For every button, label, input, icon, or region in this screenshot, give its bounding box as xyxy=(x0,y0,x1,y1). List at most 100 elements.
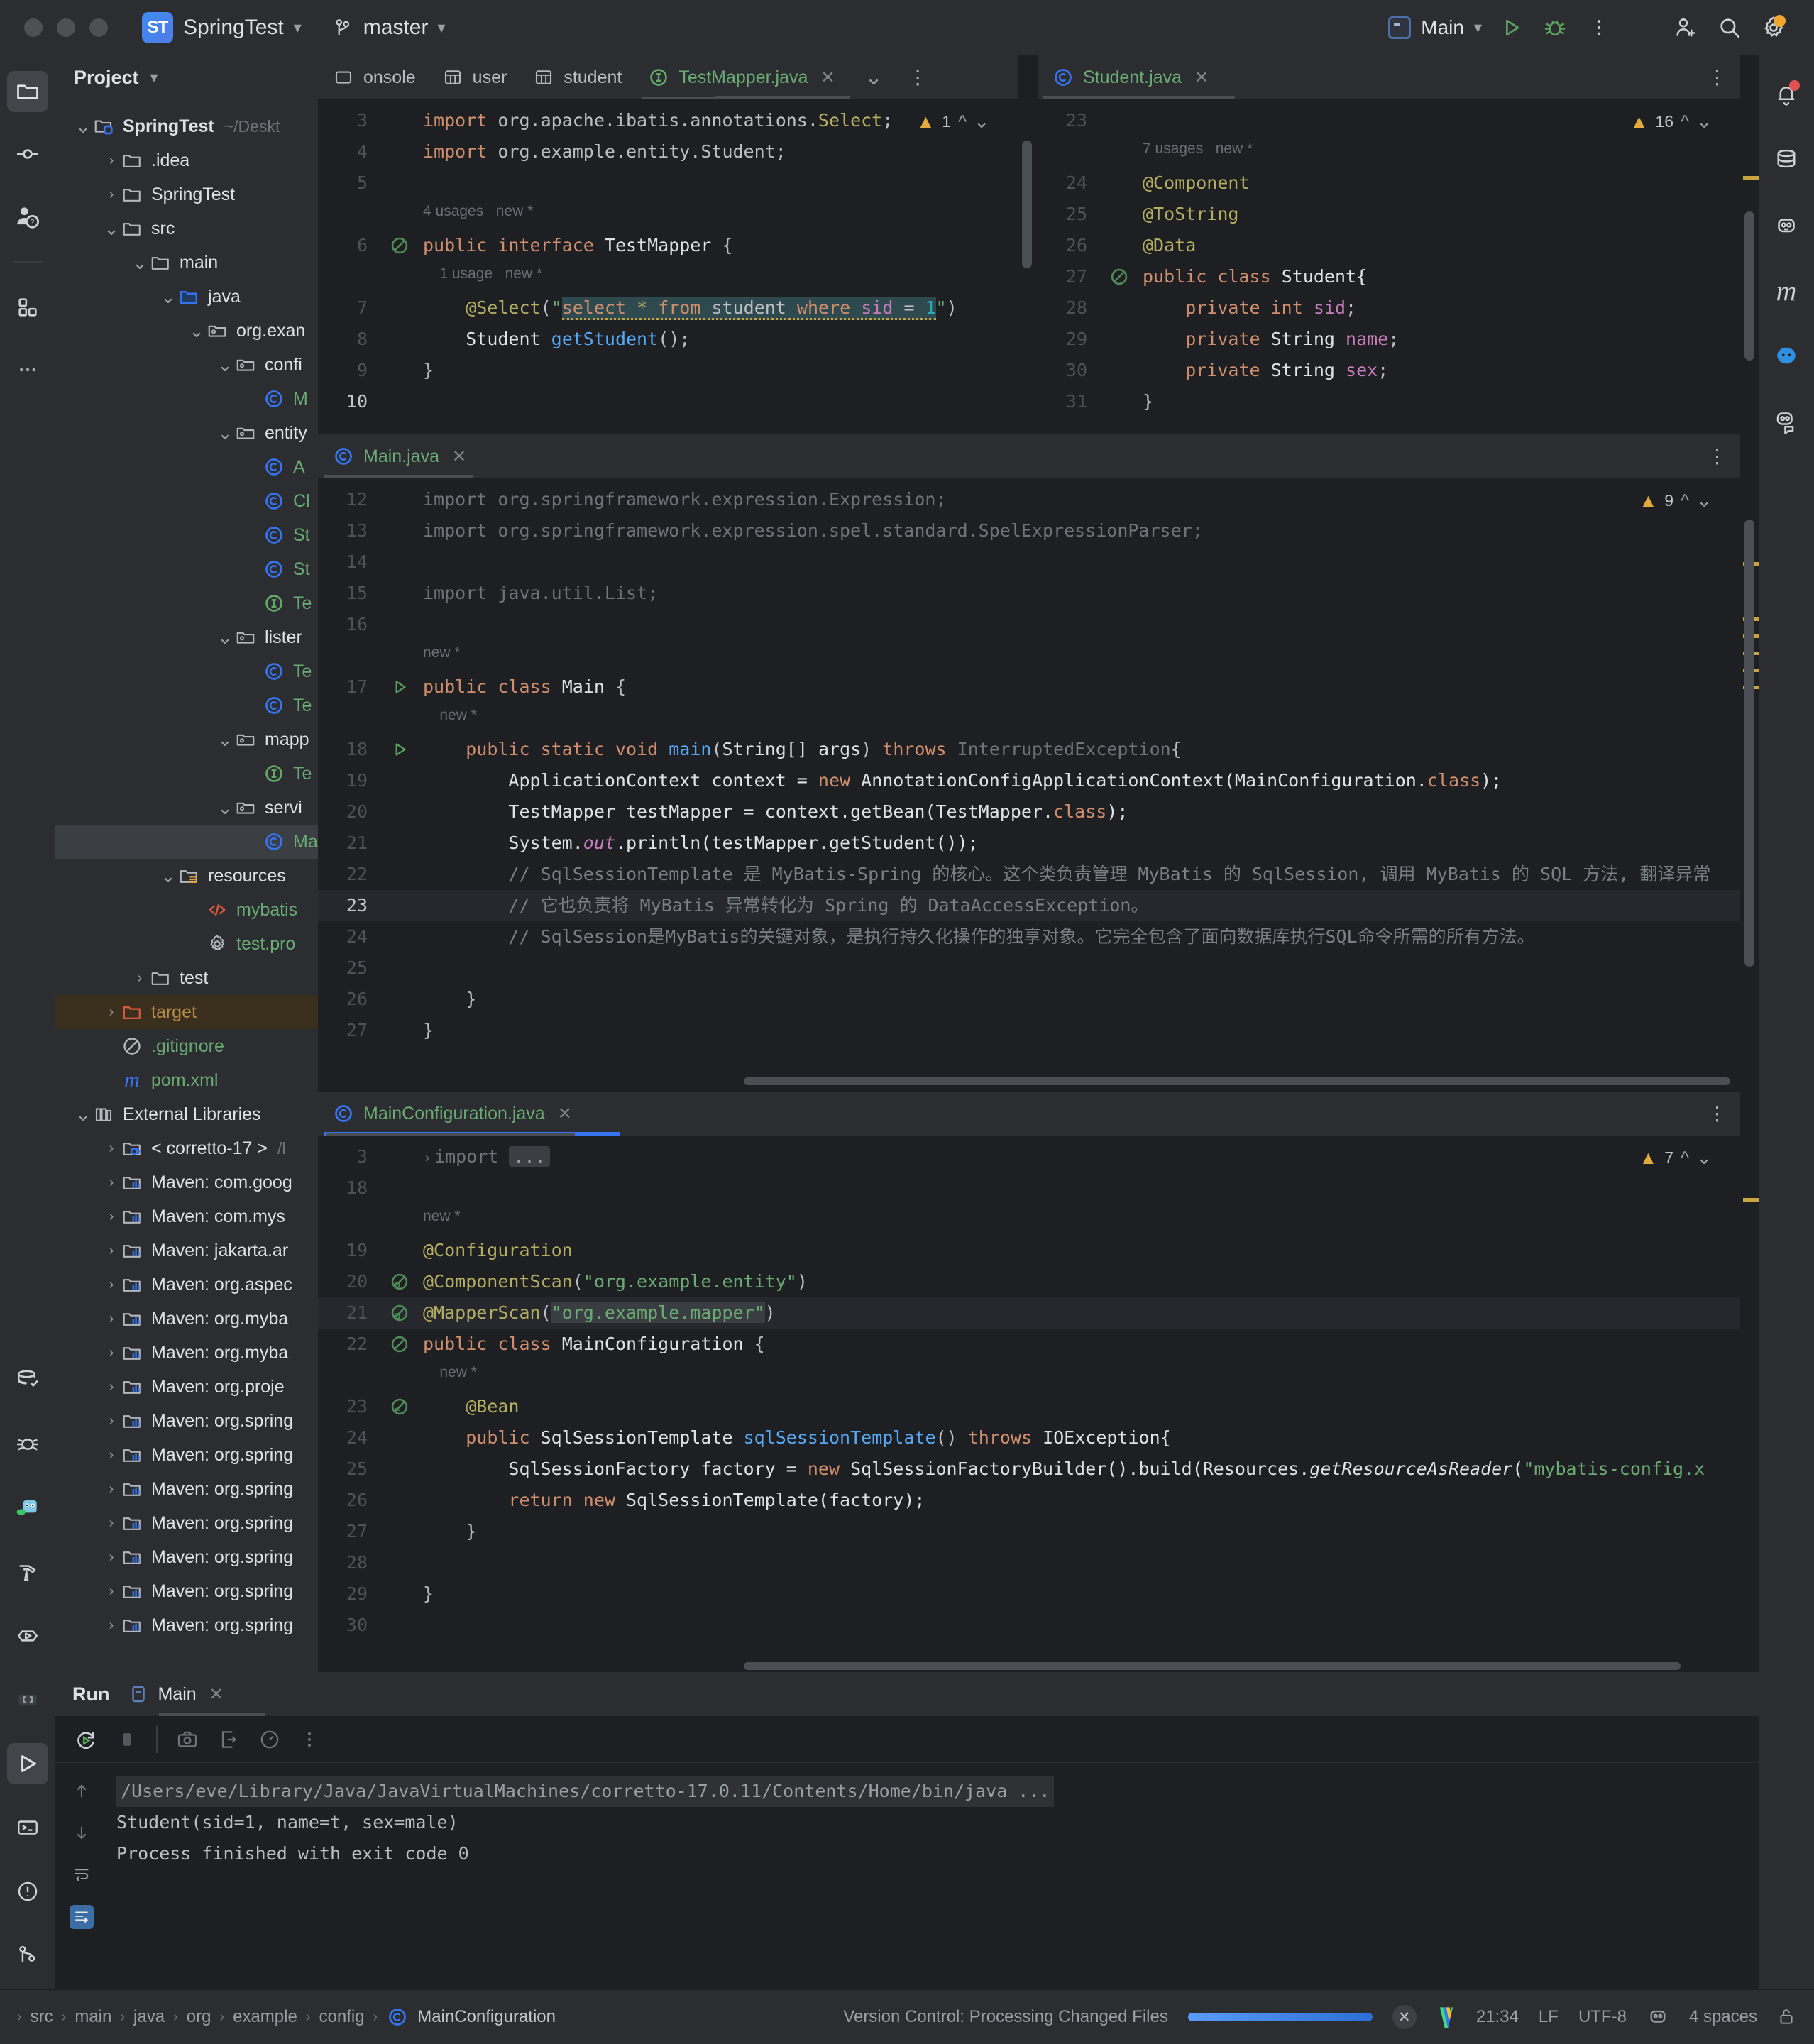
chevron-down-icon[interactable]: ⌄ xyxy=(216,632,234,642)
code-line[interactable]: 30 xyxy=(318,1610,1759,1641)
tab-list-dropdown[interactable]: ⌄ xyxy=(852,65,895,90)
tree-node-st[interactable]: St xyxy=(55,518,318,552)
go-tool-button[interactable] xyxy=(7,1488,48,1529)
close-icon[interactable]: ✕ xyxy=(820,67,835,88)
code-line[interactable]: 25 xyxy=(318,952,1759,984)
code-line[interactable]: 27} xyxy=(318,1015,1759,1046)
run-tool-button[interactable] xyxy=(7,1743,48,1784)
code-line[interactable]: 22public class MainConfiguration { xyxy=(318,1329,1759,1360)
build-tool-button[interactable] xyxy=(7,1551,48,1593)
code-area-main[interactable]: 12import org.springframework.expression.… xyxy=(318,478,1759,1046)
code-area-student[interactable]: 237 usages new *24@Component25@ToString2… xyxy=(1038,99,1759,417)
editor-tabs-student[interactable]: Student.java✕ xyxy=(1038,55,1759,99)
structure-tool-button[interactable] xyxy=(7,287,48,328)
settings-button[interactable] xyxy=(1752,6,1796,50)
tree-node-cl[interactable]: Cl xyxy=(55,484,318,518)
gutter-marker[interactable] xyxy=(1103,267,1136,287)
caret-position[interactable]: 21:34 xyxy=(1476,2007,1519,2027)
chevron-right-icon[interactable]: › xyxy=(102,1277,121,1293)
tree-node-maven-com-mys[interactable]: ›Maven: com.mys xyxy=(55,1199,318,1233)
code-line[interactable]: 30 private String sex; xyxy=(1038,355,1759,386)
chevron-right-icon[interactable]: › xyxy=(102,1515,121,1532)
code-area-mainconfiguration[interactable]: 3›import ...18new *19@Configuration20@Co… xyxy=(318,1136,1759,1641)
chevron-right-icon[interactable]: › xyxy=(102,1243,121,1259)
cancel-progress-button[interactable]: ✕ xyxy=(1392,2005,1417,2029)
breadcrumb-segment[interactable]: org xyxy=(187,2007,211,2027)
breadcrumb-segment[interactable]: config xyxy=(319,2007,365,2027)
commit-tool-button[interactable] xyxy=(7,133,48,175)
next-problem-icon[interactable]: ⌄ xyxy=(1696,111,1712,133)
tree-node-maven-org-spring[interactable]: ›Maven: org.spring xyxy=(55,1608,318,1642)
add-user-button[interactable] xyxy=(1664,6,1708,50)
chevron-right-icon[interactable]: › xyxy=(102,1447,121,1463)
prev-problem-icon[interactable]: ^ xyxy=(958,111,967,133)
code-line[interactable]: 31} xyxy=(1038,386,1759,417)
editor-tabs-testmapper[interactable]: onsoleuserstudentTestMapper.java✕⌄⋮ xyxy=(318,55,1036,99)
tree-node-maven-org-spring[interactable]: ›Maven: org.spring xyxy=(55,1574,318,1608)
soft-wrap-button[interactable] xyxy=(72,1864,92,1884)
tree-node-maven-org-myba[interactable]: ›Maven: org.myba xyxy=(55,1302,318,1336)
tree-node-maven-org-spring[interactable]: ›Maven: org.spring xyxy=(55,1404,318,1438)
code-line[interactable]: 16 xyxy=(318,609,1759,640)
code-line[interactable]: 7 @Select("select * from student where s… xyxy=(318,292,1036,324)
indent-setting[interactable]: 4 spaces xyxy=(1689,2007,1757,2027)
tree-node-mybatis[interactable]: mybatis xyxy=(55,893,318,927)
close-icon[interactable]: ✕ xyxy=(452,446,466,467)
debug-tool-button[interactable] xyxy=(7,1424,48,1465)
tree-node-test[interactable]: ›test xyxy=(55,961,318,995)
code-line[interactable]: 3›import ... xyxy=(318,1141,1759,1172)
next-problem-icon[interactable]: ⌄ xyxy=(974,111,989,133)
chevron-right-icon[interactable]: › xyxy=(102,153,121,169)
tree-node-mapp[interactable]: ⌄mapp xyxy=(55,722,318,757)
tree-node-st[interactable]: St xyxy=(55,552,318,586)
tree-node-test-pro[interactable]: test.pro xyxy=(55,927,318,961)
code-line[interactable]: 28 xyxy=(318,1547,1759,1578)
hscrollbar-main[interactable] xyxy=(318,1076,1740,1087)
ai-assistant-right-button[interactable] xyxy=(1766,335,1807,376)
version-control-tool-button[interactable] xyxy=(7,1935,48,1976)
chevron-right-icon[interactable]: › xyxy=(102,1004,121,1021)
chevron-down-icon[interactable]: ⌄ xyxy=(74,121,92,131)
more-actions-button[interactable] xyxy=(1577,6,1621,50)
chevron-down-icon[interactable]: ⌄ xyxy=(216,803,234,813)
scrollbar-main[interactable] xyxy=(1740,434,1759,1087)
tree-node-java[interactable]: ⌄java xyxy=(55,280,318,314)
code-line[interactable]: 21 System.out.println(testMapper.getStud… xyxy=(318,828,1759,859)
chevron-down-icon[interactable]: ⌄ xyxy=(187,326,206,336)
inspection-widget-student[interactable]: ▲ 16 ^ ⌄ xyxy=(1630,111,1712,133)
chevron-right-icon[interactable]: › xyxy=(102,1413,121,1429)
prev-problem-icon[interactable]: ^ xyxy=(1681,1147,1689,1169)
chevron-right-icon[interactable]: › xyxy=(131,970,149,987)
run-button[interactable] xyxy=(1489,6,1533,50)
code-line[interactable]: 6public interface TestMapper { xyxy=(318,230,1036,261)
code-line[interactable]: 9} xyxy=(318,355,1036,386)
chevron-right-icon[interactable]: › xyxy=(102,1481,121,1498)
code-line[interactable]: 20@ComponentScan("org.example.entity") xyxy=(318,1266,1759,1297)
chevron-down-icon[interactable]: ⌄ xyxy=(216,735,234,744)
code-line[interactable]: 21@MapperScan("org.example.mapper") xyxy=(318,1297,1759,1329)
run-configuration-selector[interactable]: Main ▾ xyxy=(1384,16,1489,39)
next-problem-icon[interactable]: ⌄ xyxy=(1696,490,1712,512)
tree-node-maven-com-goog[interactable]: ›Maven: com.goog xyxy=(55,1165,318,1199)
ai-status-icon[interactable] xyxy=(1647,2006,1669,2028)
tree-node-maven-org-aspec[interactable]: ›Maven: org.aspec xyxy=(55,1268,318,1302)
tree-node-maven-org-proje[interactable]: ›Maven: org.proje xyxy=(55,1370,318,1404)
editor-tabs-mainconfiguration[interactable]: MainConfiguration.java✕ xyxy=(318,1092,1759,1136)
chevron-right-icon[interactable]: › xyxy=(102,1175,121,1191)
code-line[interactable]: 26 } xyxy=(318,984,1759,1015)
tree-node-main[interactable]: Main xyxy=(55,825,318,859)
tree-node-idea[interactable]: ›.idea xyxy=(55,143,318,177)
gutter-marker[interactable] xyxy=(383,1334,416,1354)
close-icon[interactable]: ✕ xyxy=(209,1684,224,1705)
window-controls[interactable] xyxy=(24,18,108,37)
editor-tab-onsole[interactable]: onsole xyxy=(318,55,427,99)
gutter-marker[interactable] xyxy=(383,1303,416,1323)
tree-node-maven-org-spring[interactable]: ›Maven: org.spring xyxy=(55,1472,318,1506)
chevron-down-icon[interactable]: ⌄ xyxy=(159,871,177,881)
next-problem-icon[interactable]: ⌄ xyxy=(1696,1147,1712,1169)
code-line[interactable]: 4import org.example.entity.Student; xyxy=(318,136,1036,167)
scrollbar-mainconfiguration[interactable] xyxy=(1740,1092,1759,1672)
console-output[interactable]: /Users/eve/Library/Java/JavaVirtualMachi… xyxy=(55,1763,1759,1869)
chevron-right-icon[interactable]: › xyxy=(102,1311,121,1327)
code-line[interactable]: 25@ToString xyxy=(1038,199,1759,230)
